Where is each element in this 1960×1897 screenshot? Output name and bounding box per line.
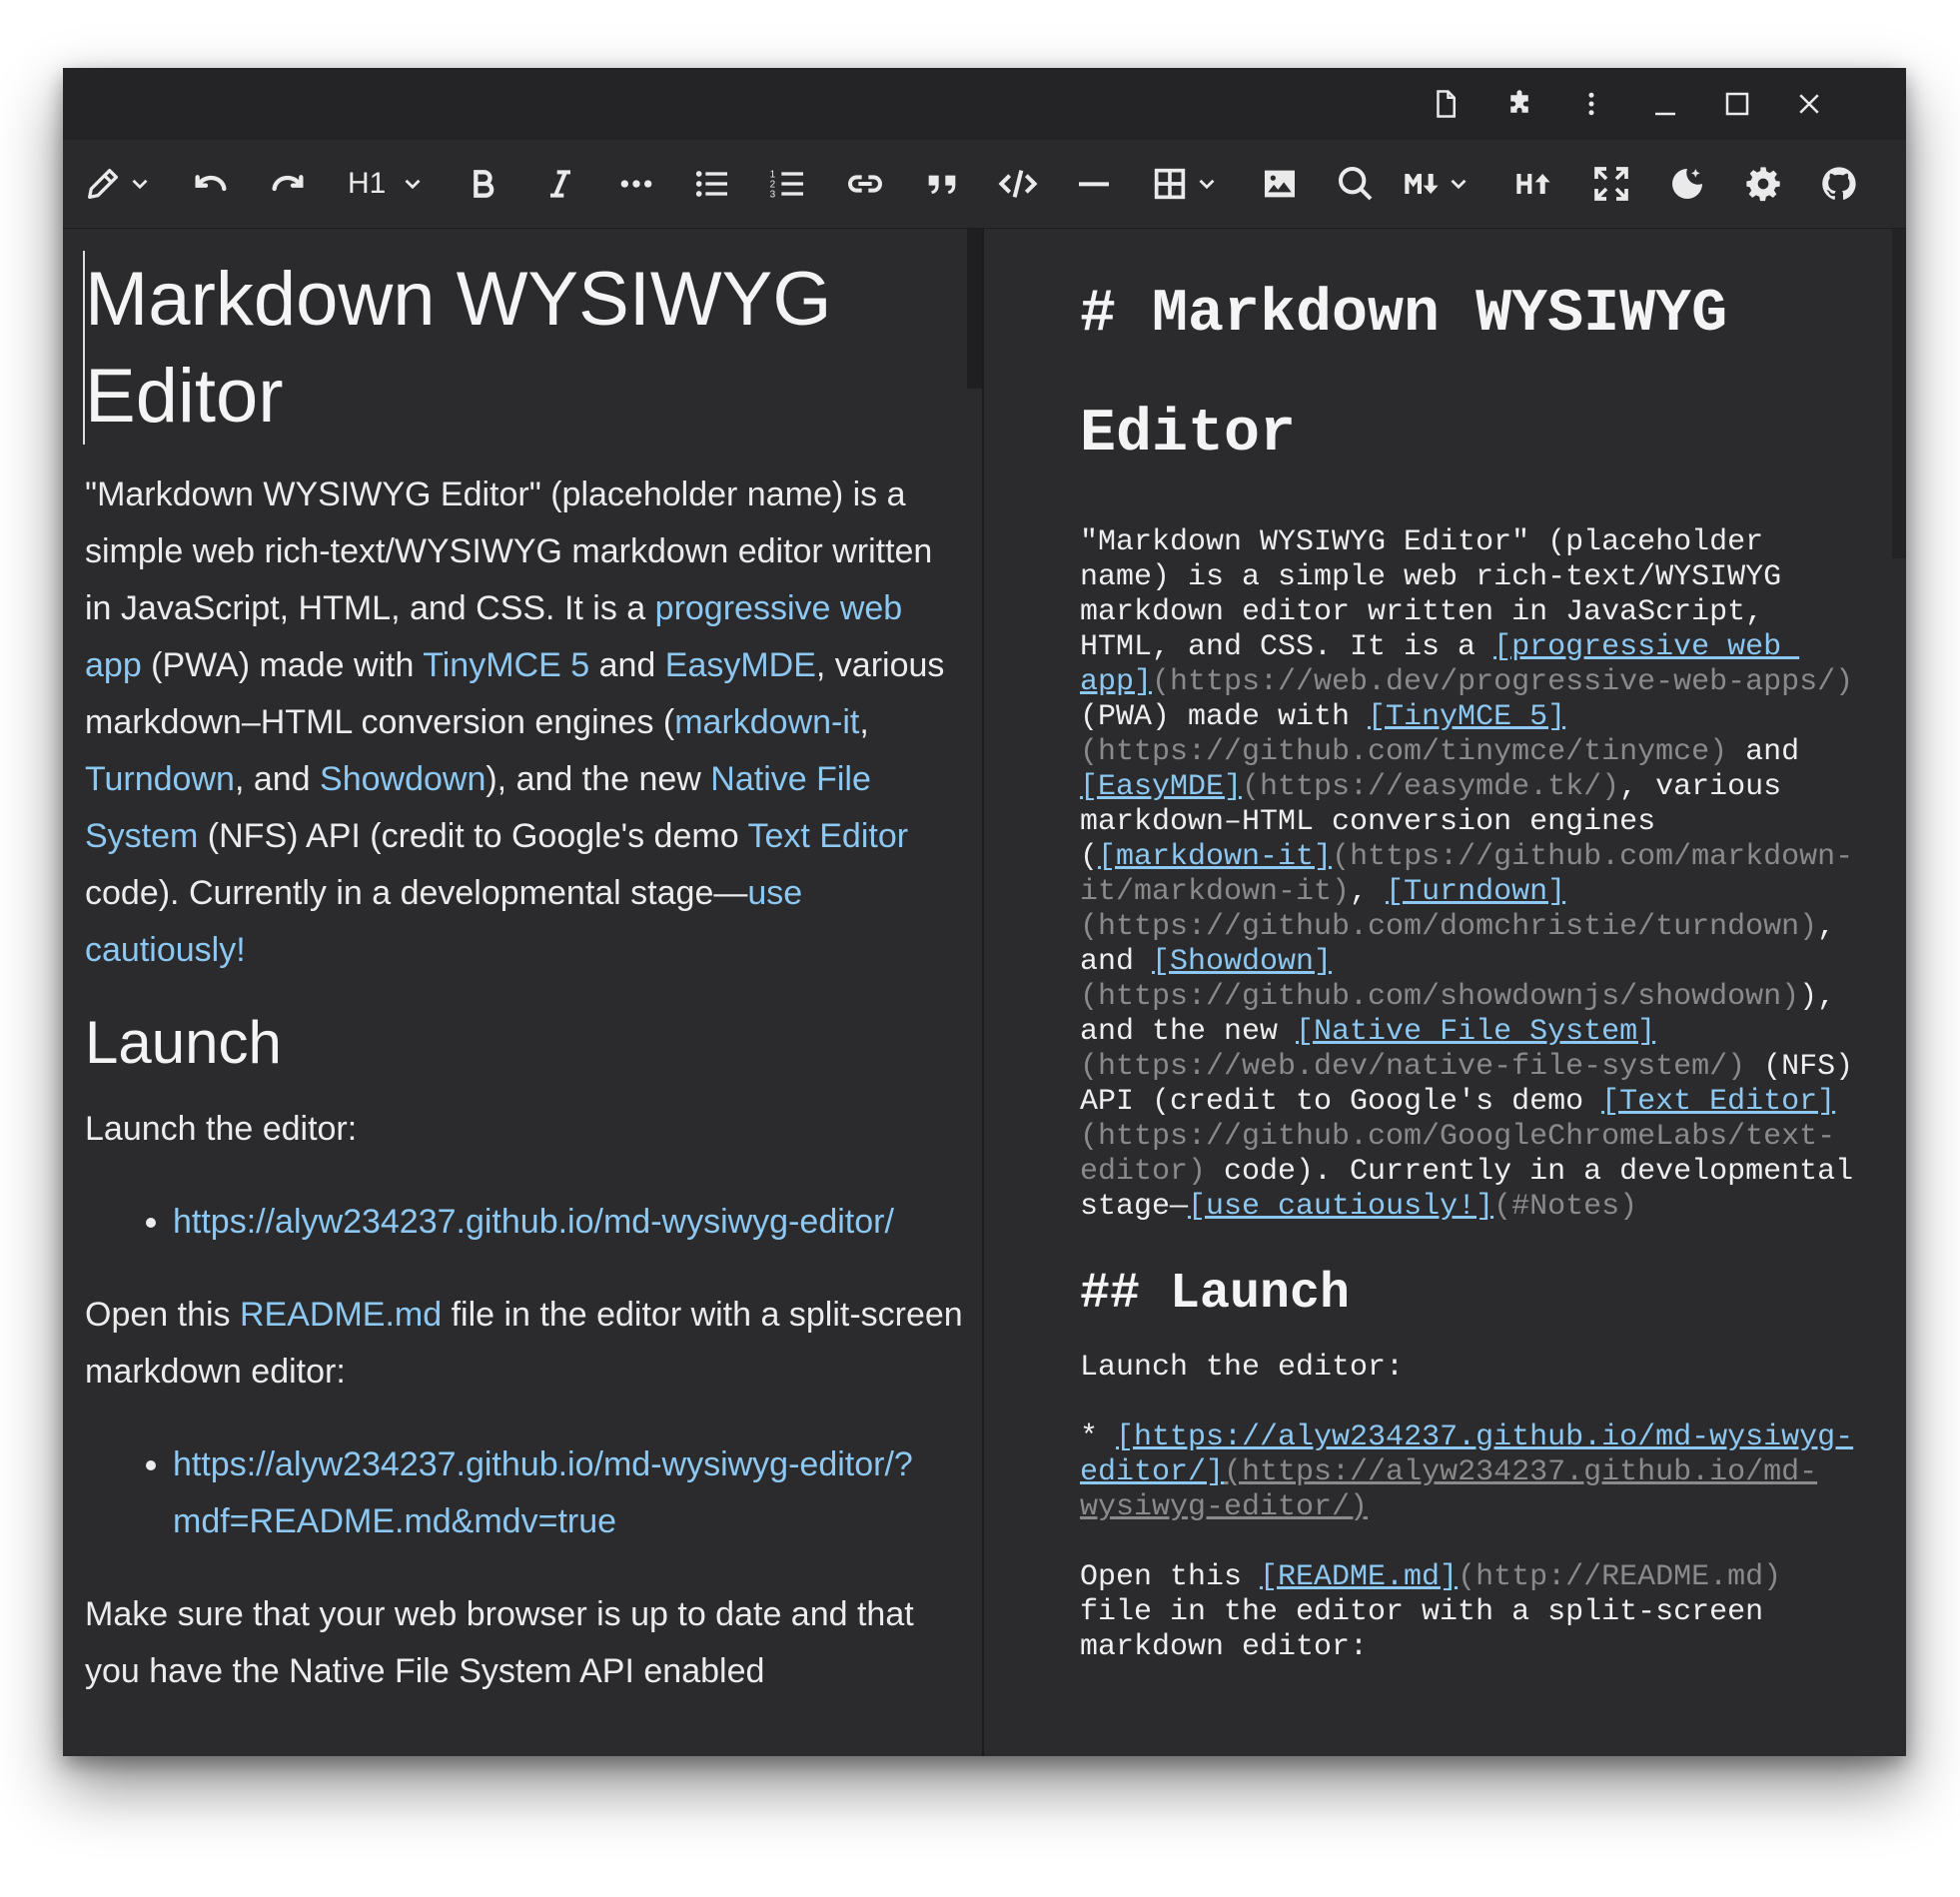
markdown-source: # Markdown WYSIWYG Editor "Markdown WYSI… [1080, 229, 1899, 1665]
redo-icon[interactable] [268, 158, 308, 210]
bold-icon[interactable] [463, 158, 502, 210]
table-icon[interactable] [1150, 158, 1220, 210]
title-bar [63, 68, 1906, 140]
link-tinymce[interactable]: TinyMCE 5 [423, 646, 589, 684]
italic-icon[interactable] [540, 158, 580, 210]
launch-list: https://alyw234237.github.io/md-wysiwyg-… [85, 1194, 964, 1251]
md-h1-line1: # Markdown WYSIWYG [1080, 281, 1728, 349]
quote-icon[interactable] [922, 158, 962, 210]
md-intro: "Markdown WYSIWYG Editor" (placeholder n… [1080, 525, 1854, 1224]
link-launch[interactable]: https://alyw234237.github.io/md-wysiwyg-… [173, 1203, 894, 1241]
title-line-2: Editor [85, 354, 284, 439]
md-link-launch-cont[interactable]: editor/] [1080, 1455, 1224, 1489]
code-icon[interactable] [998, 158, 1038, 210]
launch-heading: Launch [85, 1009, 282, 1076]
md-open-paragraph: Open this [README.md](http://README.md) … [1080, 1560, 1782, 1664]
close-icon[interactable] [1787, 82, 1831, 126]
pencil-icon[interactable] [83, 158, 153, 210]
left-scrollbar-thumb[interactable] [967, 229, 982, 389]
md-link-showdown[interactable]: [Showdown] [1152, 945, 1332, 979]
new-file-icon[interactable] [1424, 82, 1468, 126]
md-launch-list: * [https://alyw234237.github.io/md-wysiw… [1080, 1421, 1854, 1524]
minimize-icon[interactable] [1643, 82, 1687, 126]
md-link-text-editor[interactable]: [Text Editor] [1601, 1085, 1835, 1119]
md-link-pwa-cont[interactable]: app] [1080, 665, 1152, 699]
link-easymde[interactable]: EasyMDE [665, 646, 816, 684]
app-window: H1 123 Markdown WYSIWYG Editor "Markdown… [63, 68, 1906, 1756]
md-link-use-cautiously[interactable]: [use cautiously!] [1188, 1190, 1493, 1224]
bullet-list-icon[interactable] [692, 158, 732, 210]
md-link-tinymce[interactable]: [TinyMCE 5] [1368, 700, 1565, 734]
link-markdown-it[interactable]: markdown-it [674, 703, 859, 741]
list-item: https://alyw234237.github.io/md-wysiwyg-… [173, 1436, 964, 1550]
image-icon[interactable] [1260, 158, 1300, 210]
intro-paragraph: "Markdown WYSIWYG Editor" (placeholder n… [85, 475, 945, 969]
wysiwyg-pane[interactable]: Markdown WYSIWYG Editor "Markdown WYSIWYG… [63, 229, 982, 1756]
search-icon[interactable] [1336, 158, 1376, 210]
md-launch-text: Launch the editor: [1080, 1351, 1405, 1385]
md-link-easymde[interactable]: [EasyMDE] [1080, 770, 1242, 804]
dark-mode-icon[interactable] [1667, 158, 1707, 210]
md-link-launch[interactable]: [https://alyw234237.github.io/md-wysiwyg… [1116, 1421, 1853, 1454]
title-line-1: Markdown WYSIWYG [85, 257, 832, 342]
link-turndown[interactable]: Turndown [85, 760, 235, 798]
md-link-readme[interactable]: [README.md] [1260, 1560, 1458, 1594]
chevron-down-icon [1451, 179, 1467, 190]
right-scrollbar-thumb[interactable] [1892, 229, 1906, 558]
more-horizontal-icon[interactable] [616, 158, 656, 210]
md-link-pwa[interactable]: [progressive web [1493, 630, 1799, 664]
md-link-turndown[interactable]: [Turndown] [1386, 875, 1565, 909]
markdown-up-icon[interactable] [1513, 158, 1553, 210]
launch-text: Launch the editor: [85, 1110, 358, 1148]
github-icon[interactable] [1819, 158, 1859, 210]
chevron-down-icon [405, 179, 421, 190]
open-paragraph: Open this README.md file in the editor w… [85, 1296, 963, 1391]
markdown-pane[interactable]: # Markdown WYSIWYG Editor "Markdown WYSI… [984, 229, 1906, 1756]
page-title: Markdown WYSIWYG Editor [83, 251, 964, 445]
undo-icon[interactable] [191, 158, 231, 210]
link-text-editor[interactable]: Text Editor [747, 817, 908, 855]
link-readme[interactable]: README.md [240, 1296, 442, 1334]
heading-label: H1 [348, 167, 387, 200]
md-h1-line2: Editor [1080, 401, 1297, 469]
heading-select[interactable]: H1 [348, 158, 426, 210]
chevron-down-icon [132, 179, 148, 190]
numbered-list-icon[interactable]: 123 [768, 158, 808, 210]
markdown-down-icon[interactable] [1402, 158, 1471, 210]
settings-icon[interactable] [1743, 158, 1783, 210]
editor-toolbar: H1 123 [63, 140, 1906, 230]
md-h2-launch: ## Launch [1080, 1266, 1351, 1323]
extensions-icon[interactable] [1497, 82, 1541, 126]
make-sure-paragraph: Make sure that your web browser is up to… [85, 1595, 914, 1690]
md-link-native-file-system[interactable]: [Native File System] [1296, 1015, 1655, 1049]
link-split-screen[interactable]: https://alyw234237.github.io/md-wysiwyg-… [173, 1445, 913, 1540]
md-link-markdown-it[interactable]: [markdown-it] [1098, 840, 1332, 874]
chevron-down-icon [1199, 179, 1215, 190]
maximize-icon[interactable] [1715, 82, 1759, 126]
link-showdown[interactable]: Showdown [320, 760, 486, 798]
list-item: https://alyw234237.github.io/md-wysiwyg-… [173, 1194, 964, 1251]
link-icon[interactable] [845, 158, 885, 210]
wysiwyg-content: Markdown WYSIWYG Editor "Markdown WYSIWYG… [83, 251, 964, 1700]
svg-text:3: 3 [770, 189, 776, 200]
split-list: https://alyw234237.github.io/md-wysiwyg-… [85, 1436, 964, 1550]
horizontal-rule-icon[interactable] [1074, 158, 1114, 210]
more-vertical-icon[interactable] [1569, 82, 1613, 126]
fullscreen-icon[interactable] [1591, 158, 1631, 210]
